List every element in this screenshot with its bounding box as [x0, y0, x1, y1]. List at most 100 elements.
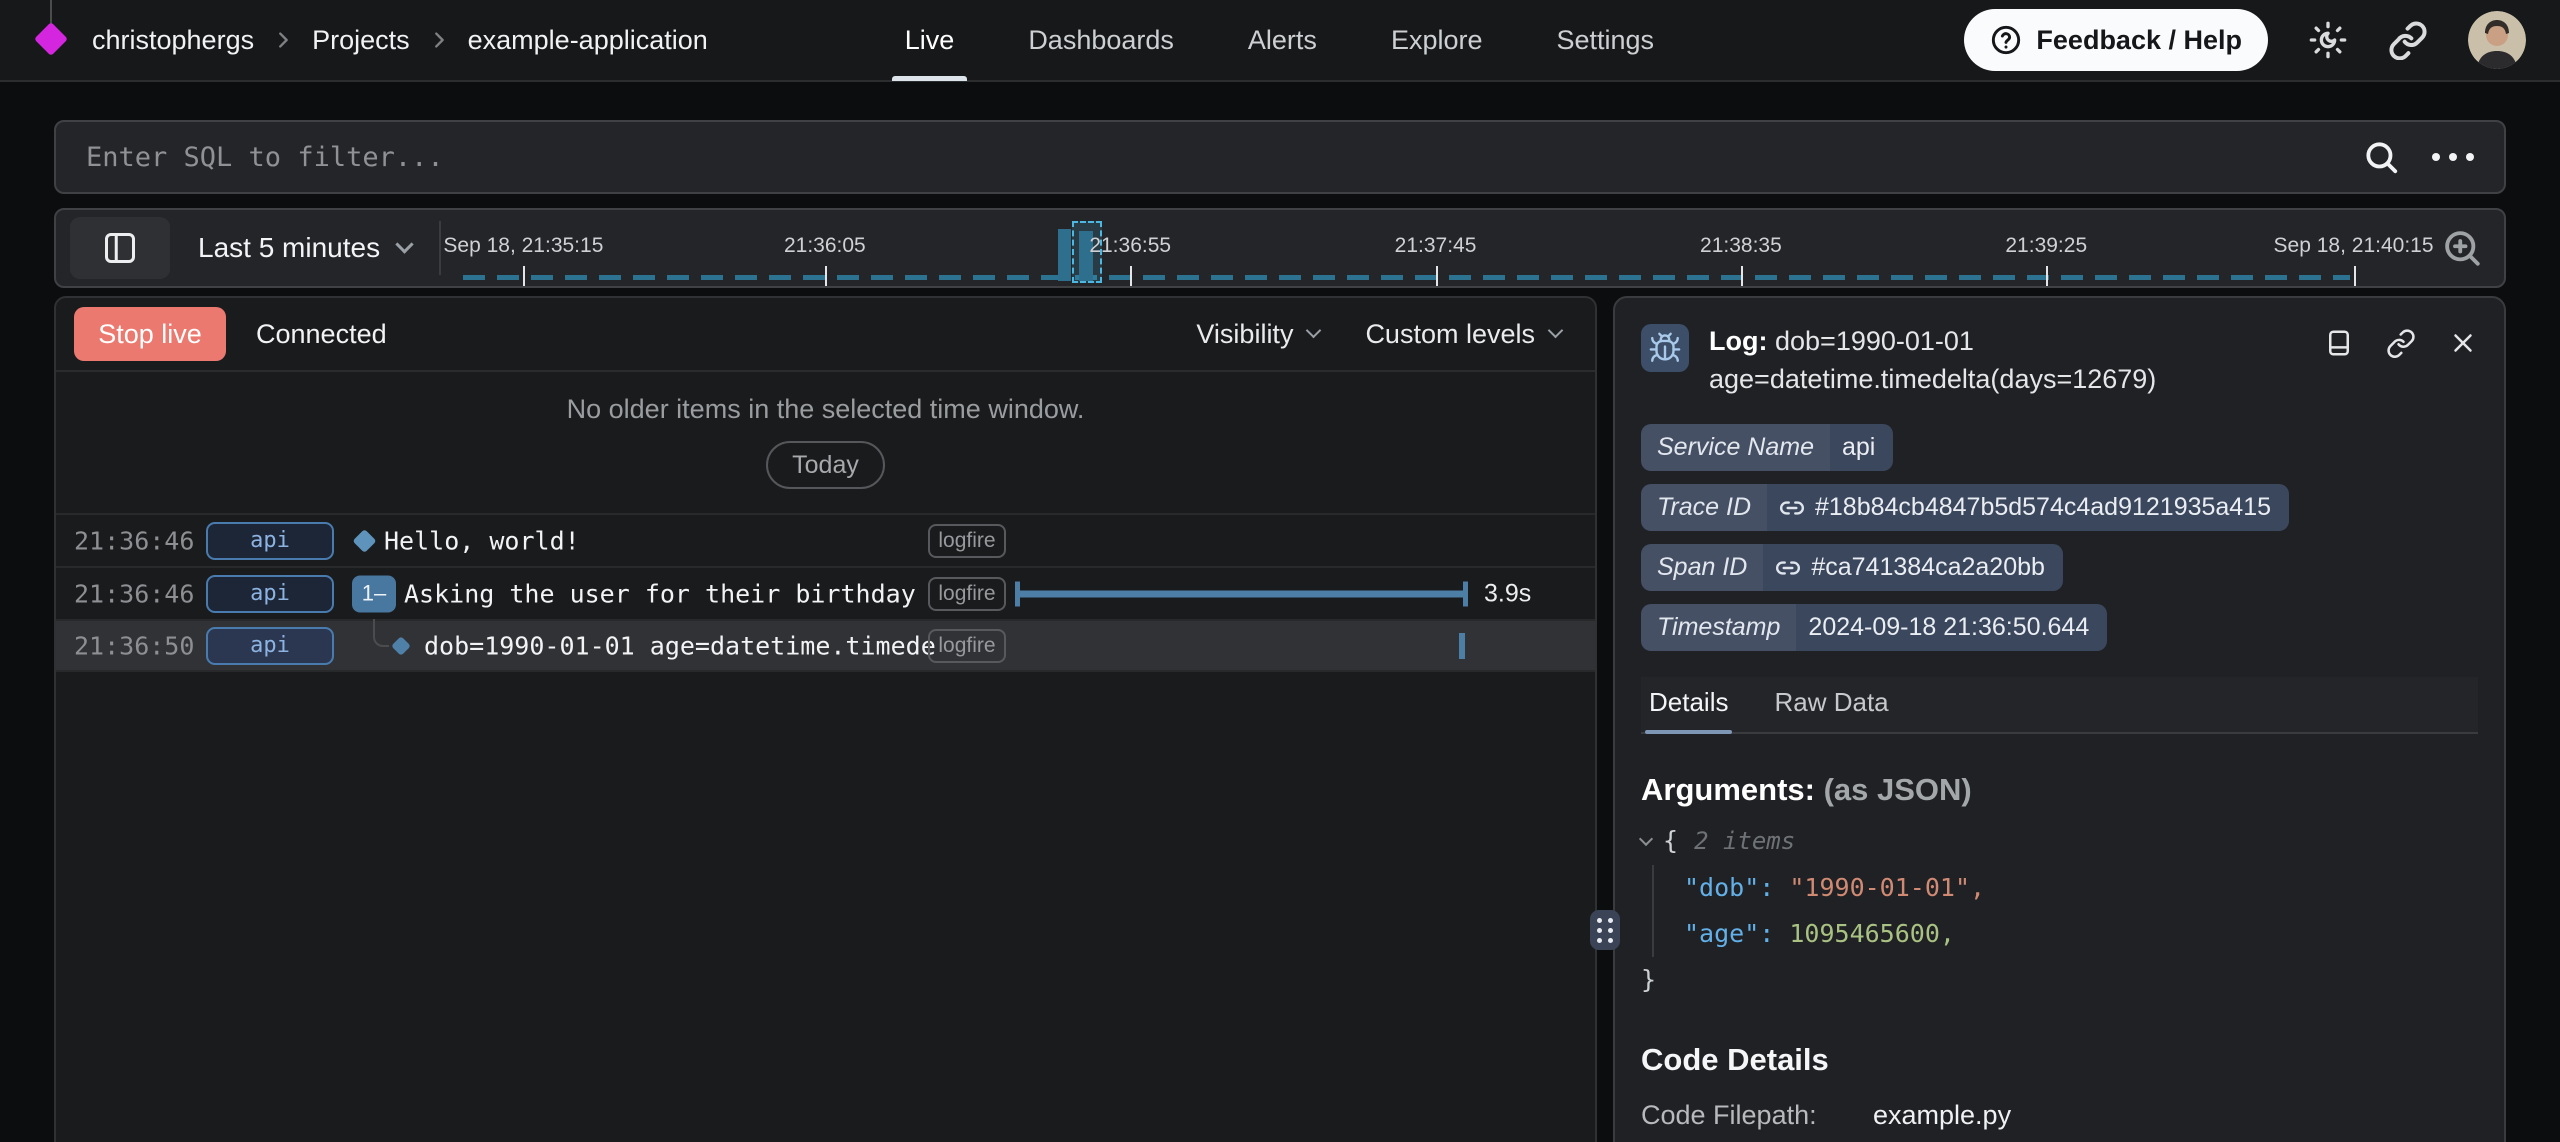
search-icon[interactable] — [2362, 138, 2400, 176]
timestamp-chip[interactable]: Timestamp 2024-09-18 21:36:50.644 — [1641, 604, 2107, 651]
link-icon — [1775, 555, 1801, 581]
tab-dashboards[interactable]: Dashboards — [991, 0, 1211, 81]
live-panel: Stop live Connected Visibility Custom le… — [54, 296, 1597, 1142]
tick-label: Sep 18, 21:35:15 — [443, 234, 603, 258]
tick-mark — [523, 266, 525, 286]
tick-label: 21:38:35 — [1700, 234, 1782, 258]
service-chip[interactable]: api — [206, 522, 334, 560]
page-body: Enter SQL to filter... Last 5 minutes Se… — [0, 120, 2560, 1142]
empty-state: No older items in the selected time wind… — [56, 372, 1595, 489]
log-time: 21:36:46 — [74, 579, 194, 608]
copy-link-button[interactable] — [2386, 328, 2416, 358]
connection-status: Connected — [256, 319, 387, 350]
chevron-down-icon — [1548, 322, 1564, 338]
service-chip[interactable]: api — [206, 627, 334, 665]
detail-tabs: Details Raw Data — [1641, 677, 2478, 734]
span-id-chip[interactable]: Span ID #ca741384ca2a20bb — [1641, 544, 2063, 591]
close-panel-button[interactable] — [2448, 328, 2478, 358]
theme-toggle-button[interactable] — [2308, 20, 2348, 60]
service-chip[interactable]: api — [206, 575, 334, 613]
log-level-tile — [1641, 324, 1689, 372]
breadcrumb-account[interactable]: christophergs — [92, 25, 254, 56]
tick-label: 21:36:55 — [1089, 234, 1171, 258]
visibility-dropdown[interactable]: Visibility — [1196, 319, 1319, 350]
json-close-brace: } — [1641, 965, 2478, 994]
collapse-children-badge[interactable]: 1– — [352, 575, 396, 612]
breadcrumb-projects[interactable]: Projects — [312, 25, 410, 56]
chevron-down-icon — [1306, 322, 1322, 338]
chip-value: #ca741384ca2a20bb — [1763, 544, 2063, 591]
breadcrumb: christophergs Projects example-applicati… — [92, 25, 708, 56]
logo-diamond — [34, 22, 68, 56]
stop-live-button[interactable]: Stop live — [74, 307, 226, 361]
arguments-heading: Arguments: (as JSON) — [1641, 772, 2478, 808]
detail-header-actions — [2324, 322, 2478, 358]
chip-value: api — [1830, 424, 1893, 471]
chip-value: 2024-09-18 21:36:50.644 — [1796, 604, 2107, 651]
log-row[interactable]: 21:36:46 api 1– Asking the user for thei… — [56, 566, 1595, 619]
code-details-heading: Code Details — [1641, 1042, 2478, 1078]
tab-live[interactable]: Live — [868, 0, 992, 81]
detail-panel: Log: dob=1990-01-01 age=datetime.timedel… — [1613, 296, 2506, 1142]
logfire-tag[interactable]: logfire — [928, 524, 1006, 558]
user-avatar[interactable] — [2468, 11, 2526, 69]
top-nav: christophergs Projects example-applicati… — [0, 0, 2560, 82]
tab-raw-data[interactable]: Raw Data — [1774, 687, 1888, 732]
tick-mark — [825, 266, 827, 286]
custom-levels-dropdown[interactable]: Custom levels — [1365, 319, 1561, 350]
more-options-icon[interactable] — [2432, 153, 2474, 161]
log-rows: 21:36:46 api Hello, world! logfire 21:36… — [56, 513, 1595, 672]
main-split: Stop live Connected Visibility Custom le… — [54, 296, 2506, 1142]
time-range-select[interactable]: Last 5 minutes — [198, 232, 411, 264]
timeline[interactable]: Sep 18, 21:35:15 21:36:05 21:36:55 21:37… — [463, 210, 2408, 286]
zoom-in-button[interactable] — [2434, 227, 2490, 269]
empty-state-message: No older items in the selected time wind… — [56, 394, 1595, 425]
detail-title-prefix: Log: — [1709, 326, 1767, 356]
custom-levels-label: Custom levels — [1365, 319, 1535, 350]
tab-explore[interactable]: Explore — [1354, 0, 1520, 81]
tab-settings[interactable]: Settings — [1519, 0, 1691, 81]
sun-moon-icon — [2308, 20, 2348, 60]
attribute-chips: Service Name api Trace ID #18b84cb4847b5… — [1641, 424, 2478, 651]
sql-filter-bar: Enter SQL to filter... — [54, 120, 2506, 194]
breadcrumb-project-name[interactable]: example-application — [468, 25, 708, 56]
panel-gap — [1597, 296, 1613, 1142]
detail-title-text: dob=1990-01-01 age=datetime.timedelta(da… — [1709, 326, 2156, 394]
sidebar-toggle-button[interactable] — [70, 217, 170, 279]
tick-mark — [1436, 266, 1438, 286]
duration-zone: 3.9s — [1014, 568, 1579, 619]
json-items-note: 2 items — [1694, 827, 1795, 855]
service-name-chip[interactable]: Service Name api — [1641, 424, 1893, 471]
time-range-label: Last 5 minutes — [198, 232, 380, 264]
question-circle-icon — [1990, 24, 2022, 56]
collapse-caret-icon[interactable] — [1639, 831, 1653, 845]
logfire-logo-icon[interactable] — [34, 0, 68, 81]
bug-icon — [1648, 331, 1682, 365]
logfire-tag[interactable]: logfire — [928, 577, 1006, 611]
chip-value: #18b84cb4847b5d574c4ad9121935a415 — [1767, 484, 2289, 531]
trace-id-chip[interactable]: Trace ID #18b84cb4847b5d574c4ad9121935a4… — [1641, 484, 2289, 531]
chevron-right-icon — [272, 29, 294, 51]
toolbar-divider — [439, 221, 441, 275]
link-icon — [1779, 495, 1805, 521]
zoom-in-icon — [2441, 227, 2483, 269]
today-button[interactable]: Today — [766, 441, 885, 489]
tab-details[interactable]: Details — [1649, 687, 1728, 732]
live-panel-header: Stop live Connected Visibility Custom le… — [56, 298, 1595, 372]
log-row[interactable]: 21:36:46 api Hello, world! logfire — [56, 513, 1595, 566]
sql-filter-input[interactable]: Enter SQL to filter... — [86, 142, 2362, 173]
panel-resize-handle[interactable] — [1590, 910, 1620, 950]
share-link-button[interactable] — [2388, 20, 2428, 60]
feedback-help-button[interactable]: Feedback / Help — [1964, 9, 2268, 71]
log-diamond-icon — [391, 636, 411, 656]
dock-view-button[interactable] — [2324, 328, 2354, 358]
tab-alerts[interactable]: Alerts — [1211, 0, 1354, 81]
log-position-tick — [1459, 633, 1465, 659]
chip-label: Span ID — [1641, 544, 1763, 591]
log-time: 21:36:46 — [74, 526, 194, 555]
link-icon — [2388, 20, 2428, 60]
panel-left-icon — [102, 230, 138, 266]
logfire-tag[interactable]: logfire — [928, 629, 1006, 663]
main-nav-tabs: Live Dashboards Alerts Explore Settings — [868, 0, 1691, 81]
log-row-selected[interactable]: 21:36:50 api dob=1990-01-01 age=datetime… — [56, 619, 1595, 672]
